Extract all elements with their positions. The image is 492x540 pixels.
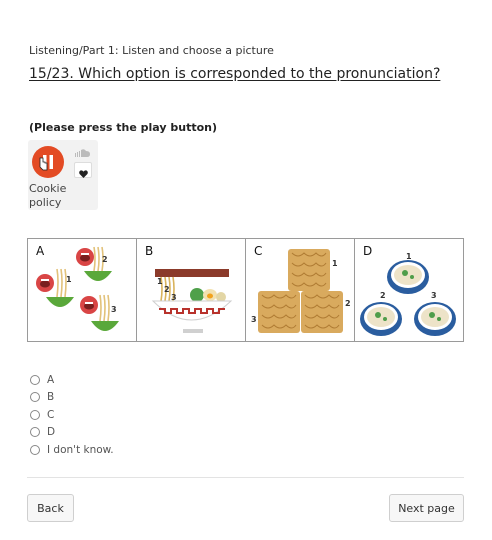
radio-button[interactable] — [30, 374, 40, 385]
cookie-policy-link[interactable]: Cookie policy — [29, 182, 89, 210]
answer-label: C — [47, 408, 55, 421]
option-pictures-table: A 1 2 3 B 1 2 3 C 1 2 3 D 1 2 3 — [27, 238, 464, 342]
picture-number: 2 — [345, 299, 351, 308]
answer-option-c[interactable]: C — [30, 406, 114, 424]
question-title: 15/23. Which option is corresponded to t… — [29, 66, 441, 82]
option-letter: D — [363, 244, 373, 258]
answer-option-dont-know[interactable]: I don't know. — [30, 441, 114, 459]
picture-number: 3 — [111, 305, 117, 314]
picture-number: 3 — [171, 293, 177, 302]
picture-number: 3 — [251, 315, 257, 324]
next-page-button[interactable]: Next page — [389, 494, 464, 522]
picture-number: 1 — [157, 277, 163, 286]
radio-button[interactable] — [30, 409, 40, 420]
chopsticks-icon — [155, 269, 229, 277]
option-picture-a: A 1 2 3 — [28, 239, 137, 341]
option-letter: B — [145, 244, 154, 258]
answer-label: A — [47, 373, 55, 386]
picture-number: 1 — [406, 252, 412, 261]
radio-button[interactable] — [30, 392, 40, 403]
soundcloud-icon — [75, 149, 90, 157]
option-picture-d: D 1 2 3 — [355, 239, 463, 341]
instant-noodle-block-icon — [258, 249, 343, 333]
answer-option-b[interactable]: B — [30, 389, 114, 407]
picture-number: 2 — [102, 255, 108, 264]
play-instruction: (Please press the play button) — [29, 121, 218, 134]
divider — [27, 477, 464, 478]
answer-option-a[interactable]: A — [30, 371, 114, 389]
picture-number: 1 — [66, 275, 72, 284]
udon-bowl-icon — [360, 260, 456, 336]
play-button[interactable] — [32, 146, 64, 178]
option-picture-c: C 1 2 3 — [246, 239, 355, 341]
picture-number: 1 — [332, 259, 338, 268]
option-picture-b: B 1 2 3 — [137, 239, 246, 341]
radio-button[interactable] — [30, 444, 40, 455]
heart-icon — [78, 170, 88, 178]
section-label: Listening/Part 1: Listen and choose a pi… — [29, 44, 274, 57]
answer-label: I don't know. — [47, 443, 114, 456]
audio-player-widget: Cookie policy — [28, 140, 98, 210]
back-button[interactable]: Back — [27, 494, 74, 522]
answer-option-d[interactable]: D — [30, 424, 114, 442]
option-letter: C — [254, 244, 263, 258]
answer-label: B — [47, 391, 55, 404]
picture-number: 2 — [380, 291, 386, 300]
radio-button[interactable] — [30, 427, 40, 438]
picture-number: 2 — [164, 285, 170, 294]
like-button[interactable] — [74, 162, 92, 178]
option-letter: A — [36, 244, 45, 258]
answer-label: D — [47, 426, 56, 439]
answer-options: A B C D I don't know. — [30, 371, 114, 459]
picture-number: 3 — [431, 291, 437, 300]
